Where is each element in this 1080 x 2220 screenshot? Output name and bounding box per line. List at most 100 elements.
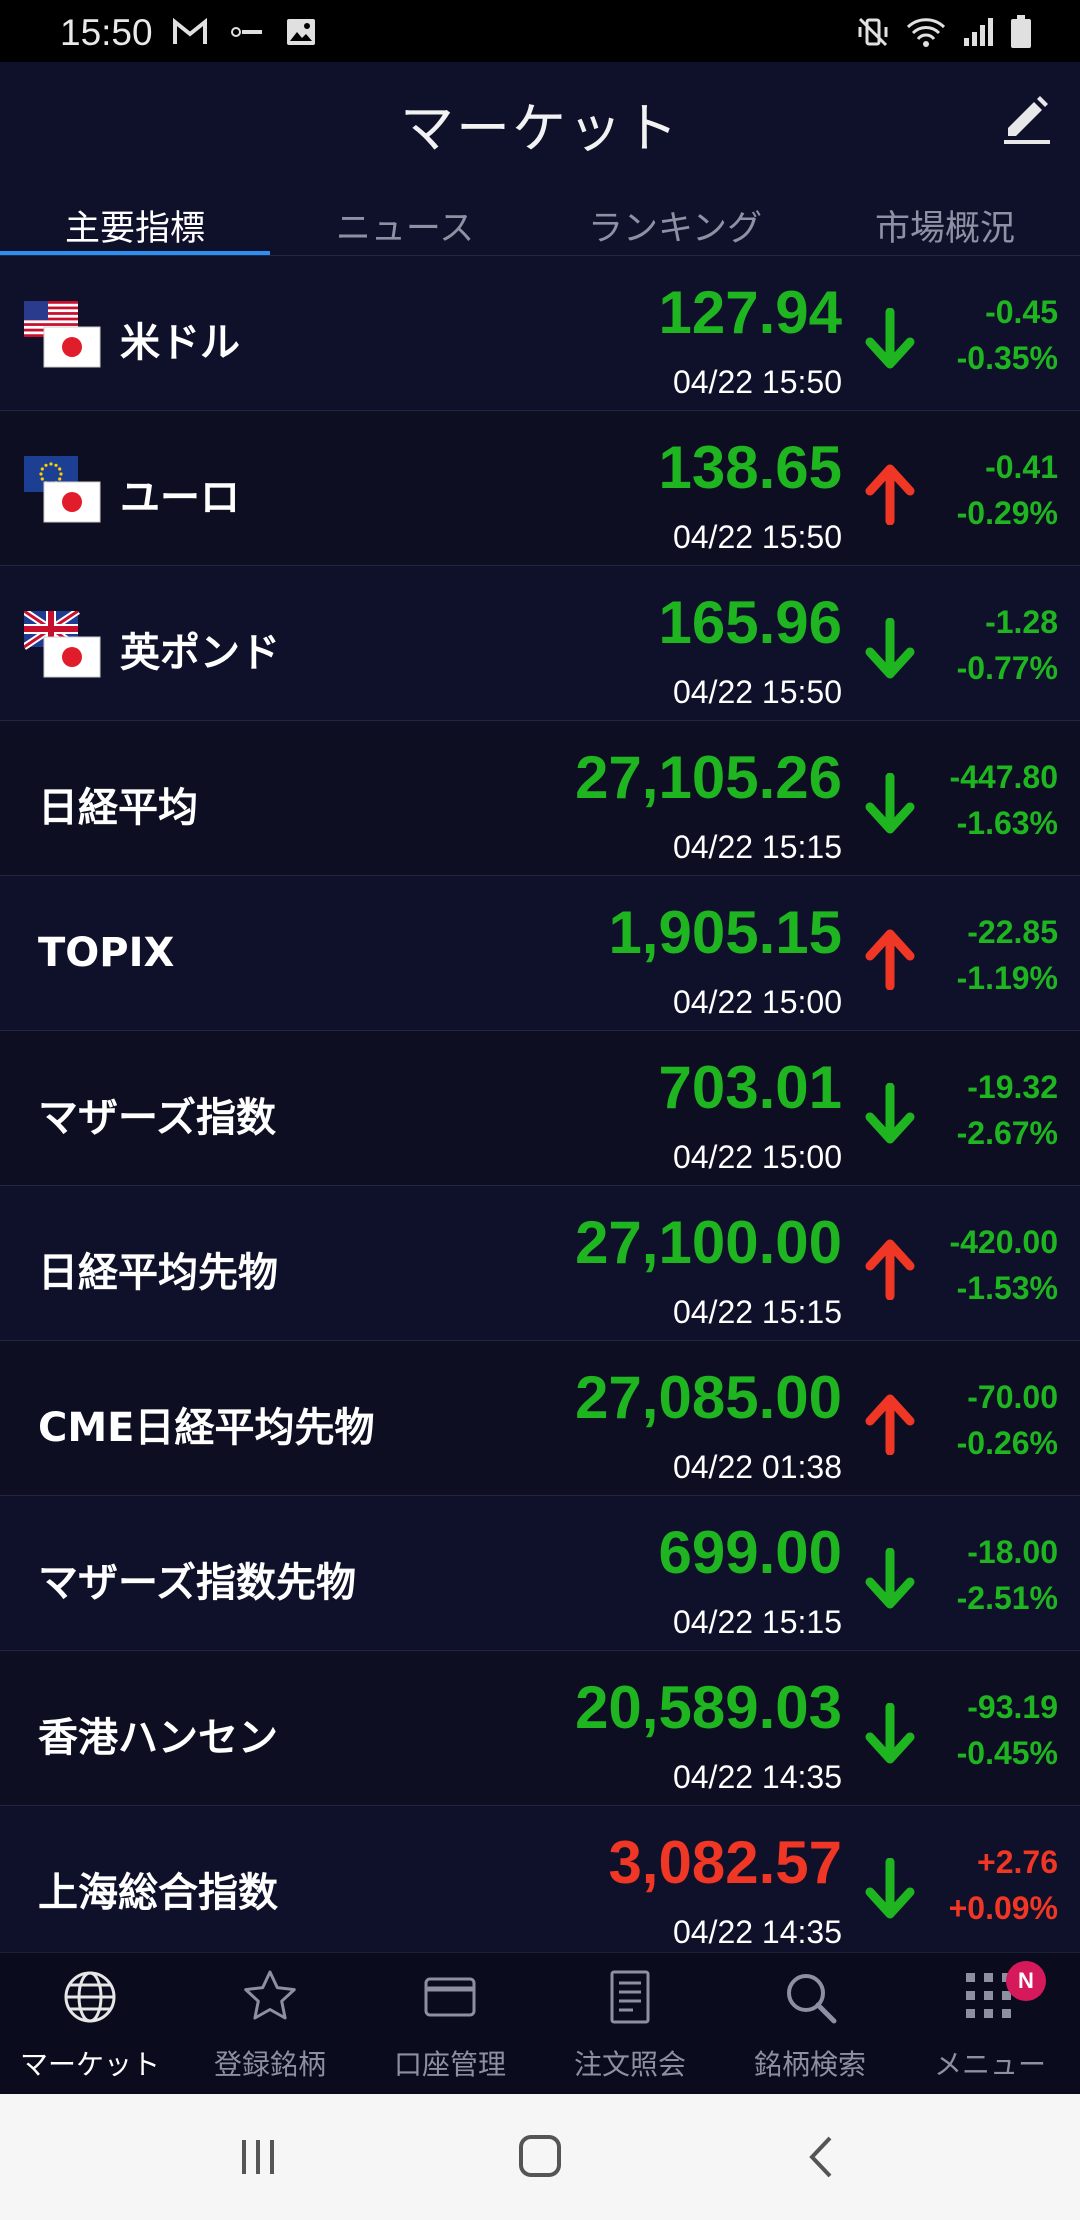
market-row[interactable]: 上海総合指数 3,082.57 04/22 14:35 +2.76 +0.09% — [0, 1806, 1080, 1952]
nav-label: 銘柄検索 — [753, 2048, 866, 2081]
nav-label: 口座管理 — [393, 2048, 506, 2081]
market-row[interactable]: CME日経平均先物 27,085.00 04/22 01:38 -70.00 -0.26… — [0, 1341, 1080, 1496]
trend-arrow — [862, 772, 918, 835]
arrow-down-icon — [865, 307, 915, 369]
arrow-down-icon — [865, 1547, 915, 1609]
market-row[interactable]: 米ドル 127.94 04/22 15:50 -0.45 -0.35% — [0, 256, 1080, 411]
instrument-price: 127.94 — [658, 279, 842, 346]
market-row[interactable]: マザーズ指数先物 699.00 04/22 15:15 -18.00 -2.51% — [0, 1496, 1080, 1651]
market-row[interactable]: マザーズ指数 703.01 04/22 15:00 -19.32 -2.67% — [0, 1031, 1080, 1186]
currency-flag — [24, 456, 104, 524]
percent-change: -1.53% — [956, 1270, 1058, 1306]
vibrate-mute-icon — [858, 17, 888, 47]
nav-item-search[interactable]: 銘柄検索 — [720, 1953, 900, 2095]
instrument-price: 3,082.57 — [608, 1829, 842, 1896]
trend-arrow — [862, 1393, 918, 1456]
price-change: -19.32 — [967, 1069, 1058, 1105]
percent-change: -2.67% — [956, 1115, 1058, 1151]
instrument-name: 日経平均先物 — [38, 1250, 278, 1296]
arrow-down-icon — [865, 1702, 915, 1764]
instrument-timestamp: 04/22 15:15 — [672, 1294, 842, 1330]
status-bar: 15:50 — [0, 0, 1080, 62]
trend-arrow — [862, 1082, 918, 1145]
trend-arrow — [862, 1238, 918, 1301]
trend-arrow — [862, 1547, 918, 1610]
nav-item-globe[interactable]: マーケット — [0, 1953, 180, 2095]
tab-major-indicators[interactable]: 主要指標 — [0, 186, 270, 256]
image-icon — [287, 19, 315, 45]
instrument-timestamp: 04/22 15:50 — [672, 519, 842, 555]
price-change: -18.00 — [967, 1534, 1058, 1570]
market-row[interactable]: TOPIX 1,905.15 04/22 15:00 -22.85 -1.19% — [0, 876, 1080, 1031]
nav-item-star[interactable]: 登録銘柄 — [180, 1953, 360, 2095]
market-row[interactable]: 日経平均先物 27,100.00 04/22 15:15 -420.00 -1.53% — [0, 1186, 1080, 1341]
document-icon — [600, 1967, 660, 2027]
currency-flag — [24, 301, 104, 369]
price-change: -1.28 — [985, 604, 1058, 640]
percent-change: -0.45% — [956, 1735, 1058, 1771]
tab-news[interactable]: ニュース — [270, 186, 540, 256]
bottom-navigation: マーケット 登録銘柄 口座管理 注文照会 銘柄検索 メニュー N — [0, 1952, 1080, 2094]
nav-item-card[interactable]: 口座管理 — [360, 1953, 540, 2095]
instrument-price: 27,100.00 — [575, 1209, 842, 1276]
instrument-price: 27,085.00 — [575, 1364, 842, 1431]
instrument-timestamp: 04/22 15:15 — [672, 829, 842, 865]
market-row[interactable]: 日経平均 27,105.26 04/22 15:15 -447.80 -1.63% — [0, 721, 1080, 876]
market-row[interactable]: 香港ハンセン 20,589.03 04/22 14:35 -93.19 -0.45% — [0, 1651, 1080, 1806]
price-change: -70.00 — [967, 1379, 1058, 1415]
trend-arrow — [862, 463, 918, 526]
price-change: -0.41 — [985, 449, 1058, 485]
instrument-timestamp: 04/22 15:00 — [672, 984, 842, 1020]
instrument-name: CME日経平均先物 — [38, 1405, 375, 1451]
instrument-timestamp: 04/22 15:50 — [672, 674, 842, 710]
nav-label: メニュー — [933, 2048, 1046, 2081]
market-row[interactable]: ユーロ 138.65 04/22 15:50 -0.41 -0.29% — [0, 411, 1080, 566]
app-header: マーケット 主要指標 ニュース ランキング 市場概況 — [0, 62, 1080, 256]
percent-change: -0.77% — [956, 650, 1058, 686]
instrument-timestamp: 04/22 14:35 — [672, 1914, 842, 1950]
trend-arrow — [862, 1702, 918, 1765]
instrument-price: 1,905.15 — [608, 899, 842, 966]
arrow-up-icon — [865, 464, 915, 526]
instrument-timestamp: 04/22 15:15 — [672, 1604, 842, 1640]
instrument-price: 138.65 — [658, 434, 842, 501]
nav-item-document[interactable]: 注文照会 — [540, 1953, 720, 2095]
instrument-name: 米ドル — [120, 320, 240, 366]
nav-label: 注文照会 — [573, 2048, 686, 2081]
recent-apps-button[interactable] — [228, 2132, 288, 2182]
tab-market-overview[interactable]: 市場概況 — [810, 186, 1080, 256]
percent-change: -0.26% — [956, 1425, 1058, 1461]
mufg-icon — [231, 27, 262, 37]
price-change: +2.76 — [977, 1844, 1058, 1880]
percent-change: -0.35% — [956, 340, 1058, 376]
market-row[interactable]: 英ポンド 165.96 04/22 15:50 -1.28 -0.77% — [0, 566, 1080, 721]
price-change: -0.45 — [985, 294, 1058, 330]
arrow-up-icon — [865, 1239, 915, 1301]
instrument-name: マザーズ指数先物 — [38, 1560, 356, 1606]
tab-ranking[interactable]: ランキング — [540, 186, 810, 256]
home-button[interactable] — [510, 2132, 570, 2182]
instrument-price: 165.96 — [658, 589, 842, 656]
instrument-name: 英ポンド — [120, 630, 280, 676]
instrument-price: 703.01 — [658, 1054, 842, 1121]
market-list[interactable]: 米ドル 127.94 04/22 15:50 -0.45 -0.35% ユーロ 138.65… — [0, 256, 1080, 1952]
signal-icon — [964, 18, 993, 46]
gmail-icon — [173, 18, 207, 44]
arrow-up-icon — [865, 929, 915, 991]
globe-icon — [60, 1967, 120, 2027]
price-change: -447.80 — [949, 759, 1058, 795]
arrow-down-icon — [865, 1857, 915, 1919]
arrow-down-icon — [865, 1082, 915, 1144]
instrument-name: マザーズ指数 — [38, 1095, 276, 1141]
nav-label: 登録銘柄 — [213, 2048, 326, 2081]
price-change: -22.85 — [967, 914, 1058, 950]
edit-button[interactable] — [998, 90, 1054, 146]
app-screen: 15:50 マーケット 主要指標 ニュース ランキング 市場概況 米ドル 127.… — [0, 0, 1080, 2220]
instrument-price: 699.00 — [658, 1519, 842, 1586]
uk-japan-flag-icon — [22, 608, 101, 678]
back-icon — [809, 2136, 832, 2178]
recent-apps-icon — [242, 2140, 274, 2174]
back-button[interactable] — [792, 2132, 852, 2182]
nav-item-grid[interactable]: メニュー N — [900, 1953, 1080, 2095]
pencil-icon — [1004, 96, 1050, 144]
